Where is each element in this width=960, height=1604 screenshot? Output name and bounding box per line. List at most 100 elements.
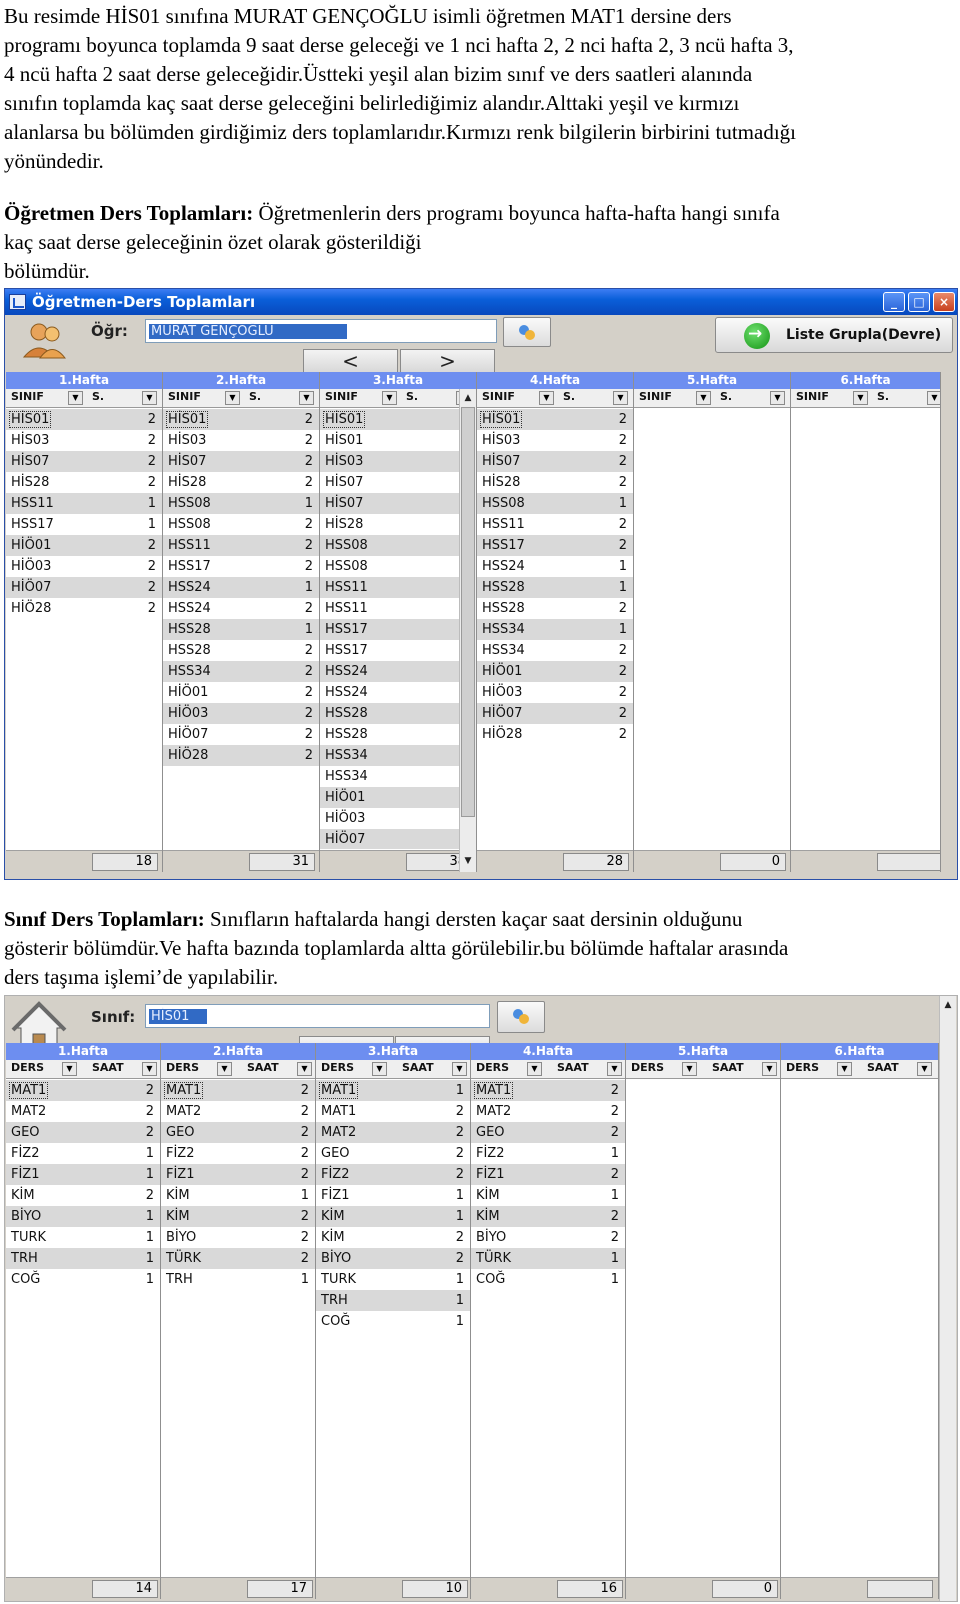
table-row[interactable]: HSS112 (320, 598, 476, 619)
column-header-label[interactable]: SAAT (557, 1061, 589, 1074)
column-header-label[interactable]: SAAT (402, 1061, 434, 1074)
table-row[interactable]: HİS282 (320, 514, 476, 535)
table-row[interactable]: TURK 1 (6, 1227, 160, 1248)
table-row[interactable]: HİÖ012 (320, 787, 476, 808)
column-header-label[interactable]: SAAT (92, 1061, 124, 1074)
table-row[interactable]: KİM 1 (316, 1206, 470, 1227)
column-header-label[interactable]: S. (92, 390, 104, 403)
table-row[interactable]: GEO 2 (6, 1122, 160, 1143)
class-field[interactable]: HİS01 (145, 1004, 490, 1028)
table-row[interactable]: MAT1 1 (316, 1080, 470, 1101)
column-header-label[interactable]: SINIF (11, 390, 44, 403)
table-row[interactable]: HİS07 2 (6, 451, 162, 472)
chevron-down-icon[interactable]: ▼ (539, 391, 554, 405)
table-row[interactable]: COĞ 1 (6, 1269, 160, 1290)
table-row[interactable]: TRH 1 (161, 1269, 315, 1290)
table-row[interactable]: HSS282 (320, 724, 476, 745)
filter-button[interactable] (503, 317, 551, 347)
table-row[interactable]: HSS24 1 (163, 577, 319, 598)
filter-button[interactable] (497, 1001, 545, 1033)
table-row[interactable]: HİÖ072 (320, 829, 476, 849)
table-row[interactable]: TÜRK 2 (161, 1248, 315, 1269)
chevron-down-icon[interactable]: ▼ (299, 391, 314, 405)
teacher-field[interactable]: MURAT GENÇOĞLU (145, 319, 497, 343)
table-row[interactable]: BİYO 1 (6, 1206, 160, 1227)
table-row[interactable]: HİS01 2 (477, 409, 633, 430)
table-row[interactable]: HİS032 (477, 430, 633, 451)
chevron-down-icon[interactable]: ▼ (527, 1062, 542, 1076)
table-row[interactable]: HSS242 (320, 682, 476, 703)
column-header-label[interactable]: DERS (476, 1061, 509, 1074)
window-scrollbar[interactable]: ▲ (939, 996, 956, 1601)
chevron-down-icon[interactable]: ▼ (927, 391, 940, 405)
table-row[interactable]: HSS112 (477, 514, 633, 535)
liste-grupla-button[interactable]: Liste Grupla(Devre) (715, 317, 953, 353)
scroll-up-icon[interactable]: ▲ (941, 998, 955, 1012)
table-row[interactable]: MAT1 2 (161, 1080, 315, 1101)
table-row[interactable]: HSS24 1 (477, 556, 633, 577)
table-row[interactable]: HSS082 (320, 535, 476, 556)
scroll-up-icon[interactable]: ▲ (461, 391, 475, 405)
table-row[interactable]: TRH 1 (6, 1248, 160, 1269)
chevron-down-icon[interactable]: ▼ (297, 1062, 312, 1076)
column-header-label[interactable]: DERS (11, 1061, 44, 1074)
table-row[interactable]: HSS171 (320, 619, 476, 640)
table-row[interactable]: KİM 1 (161, 1185, 315, 1206)
table-row[interactable]: HİS01 2 (163, 409, 319, 430)
maximize-button[interactable]: □ (908, 292, 930, 312)
table-row[interactable]: HSS08 1 (163, 493, 319, 514)
table-row[interactable]: COĞ 1 (316, 1311, 470, 1332)
table-row[interactable]: MAT1 2 (316, 1101, 470, 1122)
chevron-down-icon[interactable]: ▼ (62, 1062, 77, 1076)
table-row[interactable]: HSS172 (320, 640, 476, 661)
table-row[interactable]: TÜRK 1 (471, 1248, 625, 1269)
table-row[interactable]: HSS082 (163, 514, 319, 535)
table-row[interactable]: HSS082 (320, 556, 476, 577)
column-scrollbar[interactable]: ▲ ▼ (459, 389, 476, 872)
table-row[interactable]: FİZ2 2 (316, 1164, 470, 1185)
table-row[interactable]: HİÖ012 (163, 682, 319, 703)
chevron-down-icon[interactable]: ▼ (382, 391, 397, 405)
table-row[interactable]: FİZ1 2 (161, 1164, 315, 1185)
table-row[interactable]: HİS07 2 (477, 451, 633, 472)
table-row[interactable]: HİS071 (320, 472, 476, 493)
chevron-down-icon[interactable]: ▼ (142, 1062, 157, 1076)
column-header-label[interactable]: SAAT (712, 1061, 744, 1074)
table-row[interactable]: HİÖ28 2 (477, 724, 633, 745)
table-row[interactable]: HİÖ012 (477, 661, 633, 682)
table-row[interactable]: HSS341 (320, 745, 476, 766)
column-header-label[interactable]: S. (406, 390, 418, 403)
table-row[interactable]: HİÖ012 (6, 535, 162, 556)
table-row[interactable]: KİM 2 (471, 1206, 625, 1227)
table-row[interactable]: HİÖ072 (6, 577, 162, 598)
table-row[interactable]: HSS342 (320, 766, 476, 787)
table-row[interactable]: BİYO 2 (161, 1227, 315, 1248)
table-row[interactable]: HSS171 (6, 514, 162, 535)
table-row[interactable]: FİZ2 2 (161, 1143, 315, 1164)
chevron-down-icon[interactable]: ▼ (372, 1062, 387, 1076)
table-row[interactable]: HSS342 (477, 640, 633, 661)
table-row[interactable]: MAT2 2 (161, 1101, 315, 1122)
column-header-label[interactable]: DERS (631, 1061, 664, 1074)
table-row[interactable]: HİÖ072 (163, 724, 319, 745)
table-row[interactable]: HİS282 (163, 472, 319, 493)
scroll-thumb[interactable] (461, 407, 475, 817)
table-row[interactable]: HİÖ072 (477, 703, 633, 724)
table-row[interactable]: HSS172 (477, 535, 633, 556)
table-row[interactable]: HSS341 (477, 619, 633, 640)
column-header-label[interactable]: SINIF (168, 390, 201, 403)
chevron-down-icon[interactable]: ▼ (217, 1062, 232, 1076)
table-row[interactable]: HİS032 (163, 430, 319, 451)
table-row[interactable]: HSS112 (163, 535, 319, 556)
chevron-down-icon[interactable]: ▼ (762, 1062, 777, 1076)
chevron-down-icon[interactable]: ▼ (225, 391, 240, 405)
table-row[interactable]: HSS11 1 (6, 493, 162, 514)
table-row[interactable]: KİM 2 (316, 1227, 470, 1248)
table-row[interactable]: HİS032 (320, 451, 476, 472)
close-button[interactable]: × (933, 292, 955, 312)
table-row[interactable]: MAT2 2 (6, 1101, 160, 1122)
table-row[interactable]: HİS032 (6, 430, 162, 451)
table-row[interactable]: FİZ1 2 (471, 1164, 625, 1185)
table-row[interactable]: HSS242 (320, 661, 476, 682)
chevron-down-icon[interactable]: ▼ (837, 1062, 852, 1076)
